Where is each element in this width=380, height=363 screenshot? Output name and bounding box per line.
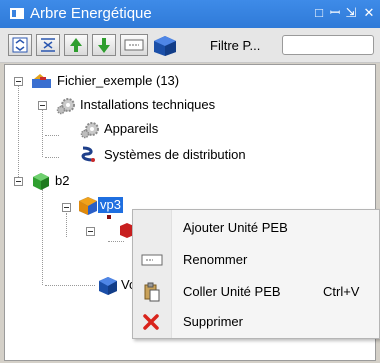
expand-all-button[interactable] bbox=[8, 34, 32, 56]
tree-connector bbox=[45, 135, 59, 136]
tree-connector bbox=[108, 241, 124, 242]
title-bar[interactable]: Arbre Energétique □ ꟷ ⇲ ✕ bbox=[0, 0, 380, 28]
menu-item-add-unit[interactable]: Ajouter Unité PEB bbox=[133, 214, 379, 242]
rename-tool-button[interactable] bbox=[120, 34, 148, 56]
b2-collapse-toggle[interactable] bbox=[14, 177, 23, 186]
tree-node-vp3[interactable]: vp3 bbox=[98, 197, 123, 213]
vp3-collapse-toggle[interactable] bbox=[62, 203, 71, 212]
root-collapse-toggle[interactable] bbox=[14, 77, 23, 86]
tree-node-installations[interactable]: Installations techniques bbox=[80, 97, 215, 113]
pin-icon[interactable]: ꟷ bbox=[328, 6, 342, 20]
float-icon[interactable]: ⇲ bbox=[344, 6, 358, 20]
menu-item-delete[interactable]: Supprimer bbox=[133, 308, 379, 336]
green-cube-icon bbox=[33, 173, 49, 190]
context-menu: Ajouter Unité PEB Renommer Coller Unité … bbox=[132, 209, 380, 339]
tree-connector bbox=[18, 85, 19, 185]
tree-connector bbox=[45, 285, 95, 286]
blue-cube-icon bbox=[99, 277, 117, 295]
window-title: Arbre Energétique bbox=[30, 5, 152, 22]
collapse-all-icon bbox=[41, 38, 55, 52]
energy-tree-window: Arbre Energétique □ ꟷ ⇲ ✕ Filtre P... Fi… bbox=[0, 0, 380, 363]
tree-node-appareils[interactable]: Appareils bbox=[104, 121, 158, 137]
maximize-icon[interactable]: □ bbox=[312, 6, 326, 20]
blue-cube-icon bbox=[154, 36, 176, 56]
arrow-down-icon bbox=[98, 45, 110, 53]
window-icon bbox=[10, 8, 24, 19]
textfield-icon bbox=[141, 254, 163, 266]
project-folder-icon bbox=[32, 74, 51, 88]
close-icon[interactable]: ✕ bbox=[362, 6, 376, 20]
toolbar: Filtre P... bbox=[0, 28, 380, 63]
tree-node-root[interactable]: Fichier_exemple (13) bbox=[57, 73, 179, 89]
tree-connector bbox=[42, 189, 43, 285]
marker-icon bbox=[107, 215, 111, 219]
menu-item-rename[interactable]: Renommer bbox=[133, 246, 379, 274]
filter-input[interactable] bbox=[282, 35, 374, 55]
filter-peb-button[interactable] bbox=[152, 34, 204, 56]
orange-blue-cube-icon bbox=[79, 197, 97, 215]
textfield-icon bbox=[124, 39, 144, 51]
tree-connector bbox=[45, 157, 59, 158]
menu-item-label: Ajouter Unité PEB bbox=[183, 220, 288, 235]
installations-collapse-toggle[interactable] bbox=[38, 101, 47, 110]
pipe-icon bbox=[81, 146, 95, 162]
menu-item-label: Coller Unité PEB bbox=[183, 284, 281, 299]
tree-node-b2[interactable]: b2 bbox=[55, 173, 69, 189]
move-up-button[interactable] bbox=[64, 34, 88, 56]
menu-item-label: Supprimer bbox=[183, 314, 243, 329]
move-down-button[interactable] bbox=[92, 34, 116, 56]
tree-connector bbox=[66, 213, 67, 237]
expand-all-icon bbox=[12, 37, 28, 53]
filter-label: Filtre P... bbox=[210, 38, 261, 53]
tree-connector bbox=[42, 109, 43, 157]
gears-icon bbox=[56, 98, 75, 115]
collapse-all-button[interactable] bbox=[36, 34, 60, 56]
child-collapse-toggle[interactable] bbox=[86, 227, 95, 236]
gears-icon bbox=[80, 122, 99, 139]
menu-item-shortcut: Ctrl+V bbox=[323, 284, 360, 299]
menu-item-paste-unit[interactable]: Coller Unité PEB Ctrl+V bbox=[133, 278, 379, 306]
menu-item-label: Renommer bbox=[183, 252, 248, 267]
clipboard-paste-icon bbox=[144, 282, 160, 302]
tree-node-systemes[interactable]: Systèmes de distribution bbox=[104, 147, 246, 163]
delete-x-icon bbox=[143, 314, 159, 330]
